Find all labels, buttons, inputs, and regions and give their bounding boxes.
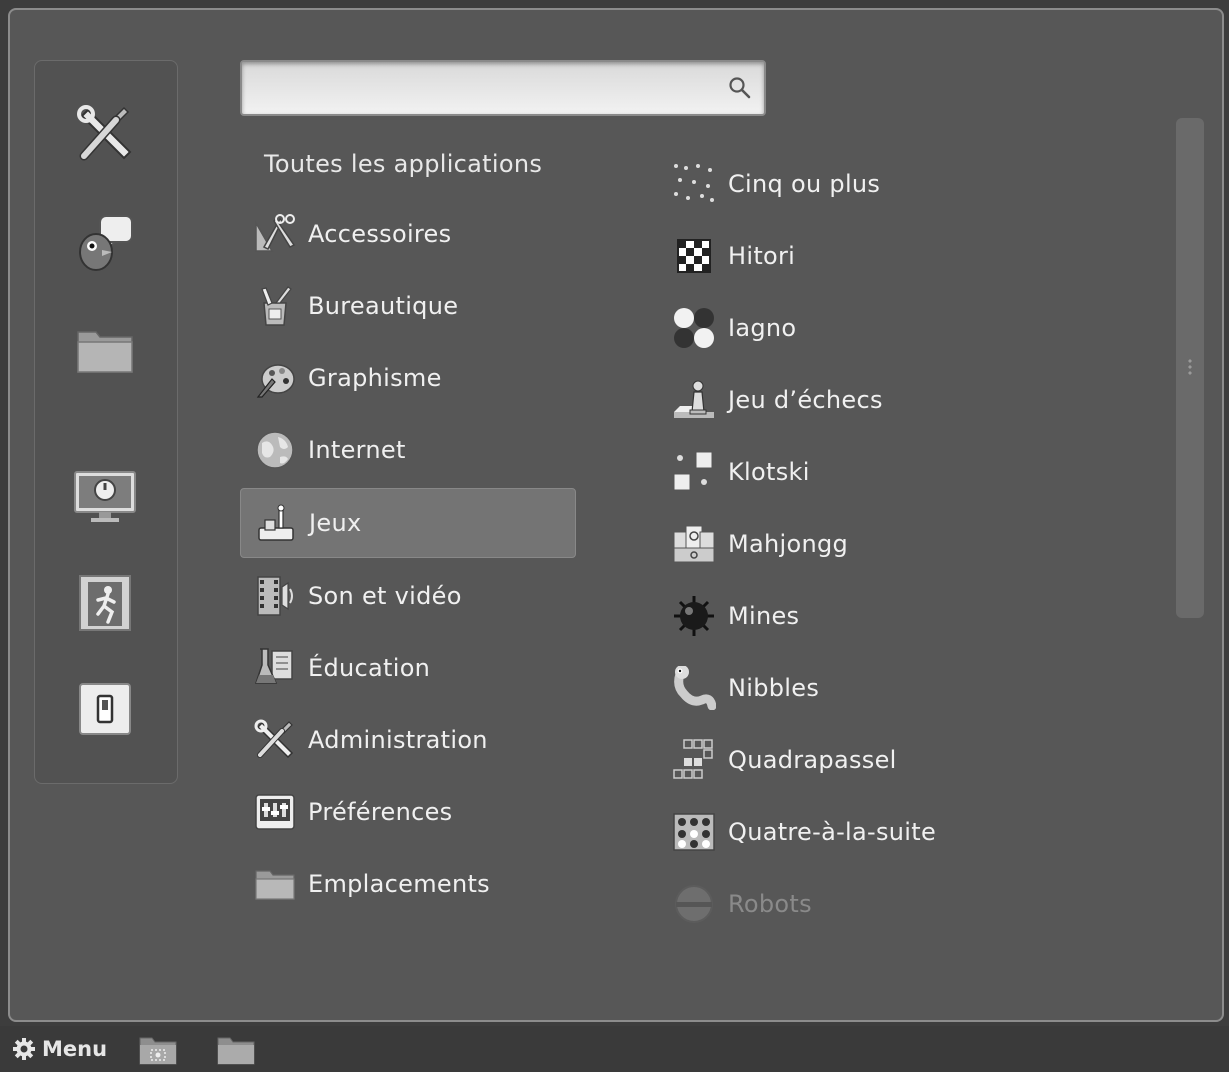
mines-icon xyxy=(672,594,716,638)
power-switch-icon xyxy=(79,683,131,735)
category-preferences[interactable]: Préférences xyxy=(240,778,576,846)
favorite-shutdown-button[interactable] xyxy=(71,675,139,743)
multimedia-icon xyxy=(254,575,296,617)
category-list: Accessoires Bureautique Graphisme Intern… xyxy=(240,200,576,922)
app-list-scrollbar[interactable] xyxy=(1176,118,1204,618)
category-office[interactable]: Bureautique xyxy=(240,272,576,340)
favorite-lock-screen-button[interactable] xyxy=(71,463,139,531)
app-label: Robots xyxy=(728,890,812,918)
category-label: Internet xyxy=(308,436,406,464)
app-label: Quatre-à-la-suite xyxy=(728,818,937,846)
robots-icon xyxy=(672,882,716,926)
app-label: Mahjongg xyxy=(728,530,849,558)
category-label: Jeux xyxy=(309,509,362,537)
category-label: Préférences xyxy=(308,798,453,826)
tools-icon xyxy=(77,105,132,161)
app-label: Iagno xyxy=(728,314,797,342)
app-hitori[interactable]: Hitori xyxy=(666,222,1166,290)
education-icon xyxy=(254,647,296,689)
app-chess[interactable]: Jeu d’échecs xyxy=(666,366,1166,434)
games-icon xyxy=(255,502,297,544)
category-education[interactable]: Éducation xyxy=(240,634,576,702)
app-mahjongg[interactable]: Mahjongg xyxy=(666,510,1166,578)
all-applications-category[interactable]: Toutes les applications xyxy=(264,150,542,178)
category-games[interactable]: Jeux xyxy=(240,488,576,558)
taskbar: Menu xyxy=(0,1026,1229,1072)
monitor-lock-icon xyxy=(74,471,136,522)
hitori-icon xyxy=(672,234,716,278)
folder-icon xyxy=(254,863,296,905)
app-mines[interactable]: Mines xyxy=(666,582,1166,650)
exit-door-icon xyxy=(79,575,131,631)
four-in-a-row-icon xyxy=(672,810,716,854)
folder-icon xyxy=(77,331,133,373)
taskbar-folder-launcher[interactable] xyxy=(216,1034,256,1066)
preferences-icon xyxy=(254,791,296,833)
menu-label: Menu xyxy=(42,1037,108,1061)
search-box[interactable] xyxy=(240,60,766,116)
chess-icon xyxy=(672,378,716,422)
app-label: Klotski xyxy=(728,458,810,486)
category-label: Éducation xyxy=(308,654,431,682)
search-icon xyxy=(729,77,751,99)
app-label: Cinq ou plus xyxy=(728,170,881,198)
gear-icon xyxy=(13,1038,35,1060)
category-label: Son et vidéo xyxy=(308,582,462,610)
application-menu-window: Toutes les applications Accessoires Bure… xyxy=(8,8,1224,1022)
quadrapassel-icon xyxy=(672,738,716,782)
klotski-icon xyxy=(672,450,716,494)
category-label: Administration xyxy=(308,726,488,754)
category-internet[interactable]: Internet xyxy=(240,416,576,484)
screenshot-icon xyxy=(139,1037,177,1065)
app-klotski[interactable]: Klotski xyxy=(666,438,1166,506)
app-robots[interactable]: Robots xyxy=(666,870,1166,938)
five-or-more-icon xyxy=(672,162,716,206)
favorite-logout-button[interactable] xyxy=(71,569,139,637)
app-label: Hitori xyxy=(728,242,796,270)
office-icon xyxy=(254,285,296,327)
chat-bird-icon xyxy=(79,215,133,271)
category-places[interactable]: Emplacements xyxy=(240,850,576,918)
category-administration[interactable]: Administration xyxy=(240,706,576,774)
app-label: Mines xyxy=(728,602,800,630)
app-label: Nibbles xyxy=(728,674,820,702)
graphics-icon xyxy=(254,357,296,399)
tools-icon xyxy=(254,719,296,761)
category-label: Accessoires xyxy=(308,220,452,248)
app-label: Jeu d’échecs xyxy=(728,386,883,414)
search-input[interactable] xyxy=(252,70,716,108)
application-list: Cinq ou plus Hitori Iagno Jeu d’échecs K… xyxy=(666,150,1166,942)
taskbar-screenshot-launcher[interactable] xyxy=(138,1034,178,1066)
favorite-system-settings-button[interactable] xyxy=(71,101,139,169)
accessories-icon xyxy=(254,213,296,255)
iagno-icon xyxy=(672,306,716,350)
folder-icon xyxy=(217,1037,255,1065)
category-graphics[interactable]: Graphisme xyxy=(240,344,576,412)
category-accessories[interactable]: Accessoires xyxy=(240,200,576,268)
category-label: Graphisme xyxy=(308,364,442,392)
nibbles-icon xyxy=(672,666,716,710)
menu-button[interactable]: Menu xyxy=(12,1034,107,1064)
app-five-or-more[interactable]: Cinq ou plus xyxy=(666,150,1166,218)
app-iagno[interactable]: Iagno xyxy=(666,294,1166,362)
mahjongg-icon xyxy=(672,522,716,566)
category-sound-video[interactable]: Son et vidéo xyxy=(240,562,576,630)
app-four-in-a-row[interactable]: Quatre-à-la-suite xyxy=(666,798,1166,866)
app-label: Quadrapassel xyxy=(728,746,897,774)
favorite-pidgin-button[interactable] xyxy=(71,209,139,277)
category-label: Bureautique xyxy=(308,292,459,320)
category-label: Emplacements xyxy=(308,870,490,898)
app-quadrapassel[interactable]: Quadrapassel xyxy=(666,726,1166,794)
scrollbar-grip xyxy=(1188,358,1192,376)
favorites-sidebar xyxy=(34,60,178,784)
app-nibbles[interactable]: Nibbles xyxy=(666,654,1166,722)
globe-icon xyxy=(254,429,296,471)
favorite-file-manager-button[interactable] xyxy=(71,317,139,385)
